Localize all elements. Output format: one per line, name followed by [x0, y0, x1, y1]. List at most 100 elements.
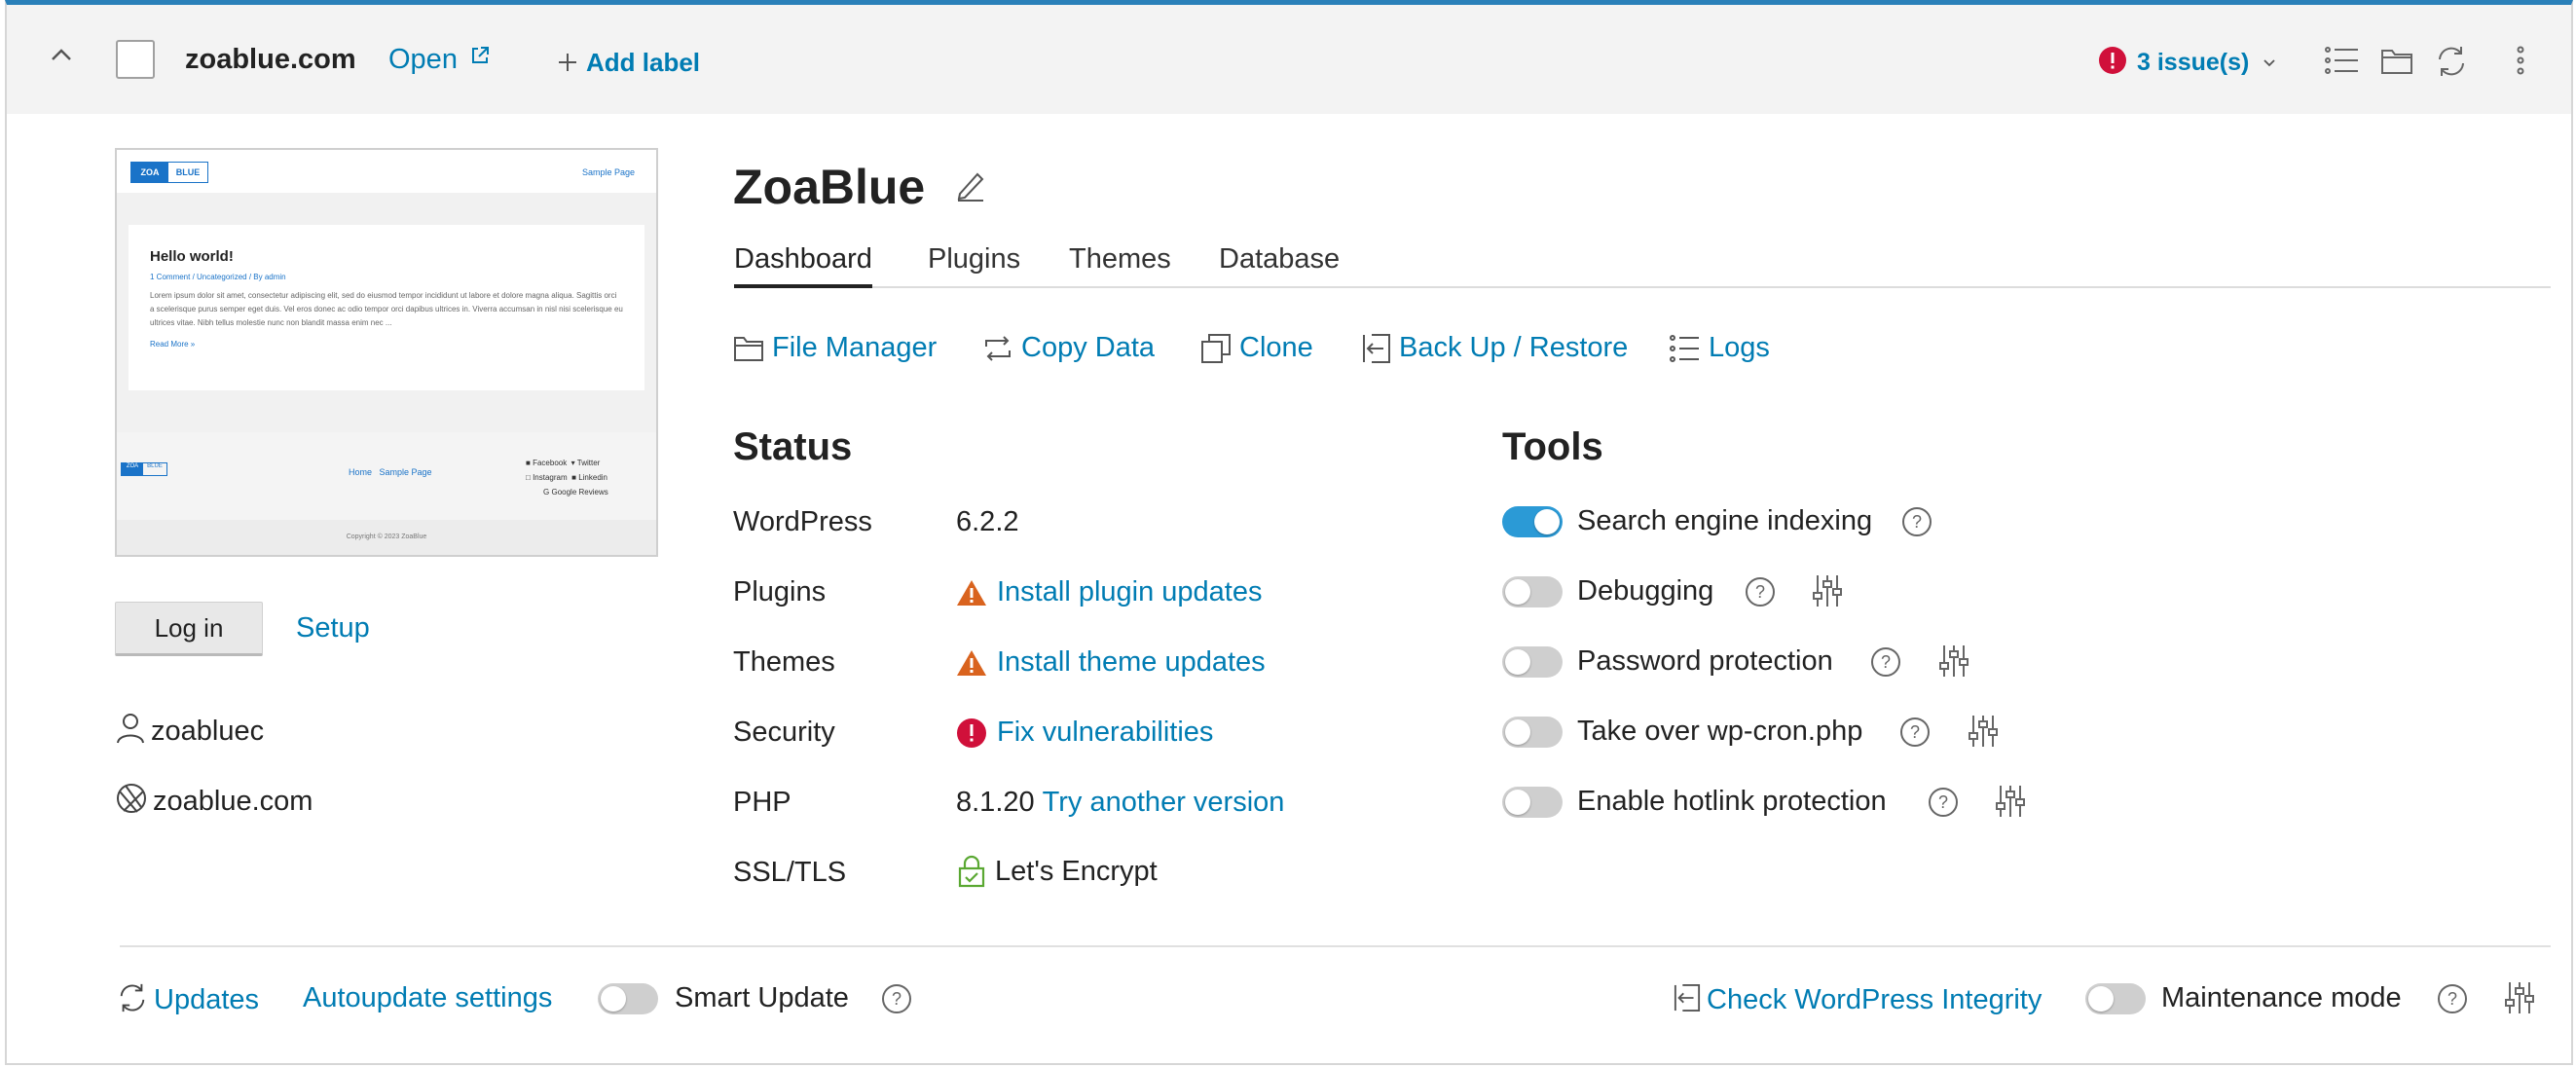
facebook-icon: ■	[526, 459, 531, 467]
autoupdate-settings-link[interactable]: Autoupdate settings	[303, 982, 552, 1014]
preview-social-facebook: Facebook	[533, 459, 568, 467]
site-select-checkbox[interactable]	[116, 40, 155, 79]
preview-footer-logo: ZOA BLUE	[121, 462, 167, 476]
issues-dropdown[interactable]: 3 issue(s)	[2098, 46, 2275, 77]
toggle-knob	[601, 986, 626, 1012]
preview-social-instagram: Instagram	[533, 473, 568, 482]
help-icon[interactable]: ?	[2437, 983, 2468, 1014]
hotlink-protection-toggle[interactable]	[1502, 787, 1563, 818]
refresh-icon[interactable]	[2435, 45, 2468, 78]
check-integrity-link[interactable]: Check WordPress Integrity	[1674, 982, 2042, 1016]
search-engine-indexing-label: Search engine indexing	[1577, 505, 1873, 536]
footer-divider	[120, 945, 2551, 947]
warning-icon	[956, 649, 987, 677]
logs-action[interactable]: Logs	[1670, 332, 1770, 364]
maintenance-mode-toggle[interactable]	[2085, 983, 2146, 1014]
status-heading: Status	[733, 425, 853, 468]
chevron-up-icon[interactable]	[51, 48, 72, 61]
help-icon[interactable]: ?	[1745, 576, 1776, 607]
open-site-link[interactable]: Open	[388, 44, 491, 76]
user-icon	[116, 713, 145, 744]
status-label-ssl: SSL/TLS	[733, 857, 847, 888]
install-theme-updates-link[interactable]: Install theme updates	[956, 646, 1266, 679]
try-another-version-link[interactable]: Try another version	[1043, 787, 1285, 819]
preview-post-meta: 1 Comment / Uncategorized / By admin	[150, 273, 286, 281]
wp-cron-toggle[interactable]	[1502, 717, 1563, 748]
ssl-status: Let's Encrypt	[958, 855, 1158, 888]
smart-update-toggle[interactable]	[598, 983, 658, 1014]
username: zoabluec	[151, 716, 265, 747]
check-integrity-label: Check WordPress Integrity	[1707, 984, 2042, 1015]
file-manager-action[interactable]: File Manager	[733, 332, 937, 364]
fix-vulnerabilities-link[interactable]: Fix vulnerabilities	[956, 717, 1213, 749]
svg-text:?: ?	[1881, 652, 1891, 672]
status-label-wordpress: WordPress	[733, 506, 872, 537]
install-plugin-updates-label: Install plugin updates	[997, 576, 1263, 607]
help-icon[interactable]: ?	[1899, 717, 1931, 748]
settings-sliders-icon[interactable]	[2505, 980, 2534, 1015]
status-label-php: PHP	[733, 787, 791, 818]
list-view-icon[interactable]	[2325, 46, 2360, 75]
site-preview-thumbnail[interactable]: ZOA BLUE Sample Page Hello world! 1 Comm…	[115, 148, 658, 557]
setup-link[interactable]: Setup	[296, 612, 370, 644]
settings-sliders-icon[interactable]	[1813, 573, 1842, 608]
tab-themes[interactable]: Themes	[1069, 243, 1171, 288]
file-manager-label: File Manager	[772, 332, 938, 363]
external-link-icon	[469, 45, 491, 66]
toggle-knob	[1505, 649, 1530, 675]
tab-database[interactable]: Database	[1219, 243, 1340, 288]
help-icon[interactable]: ?	[1870, 646, 1901, 678]
backup-restore-action[interactable]: Back Up / Restore	[1362, 332, 1628, 364]
help-icon[interactable]: ?	[1901, 506, 1932, 537]
help-icon[interactable]: ?	[1928, 787, 1959, 818]
instagram-icon: □	[526, 473, 531, 482]
preview-footer-nav: Home Sample Page	[349, 467, 432, 477]
hotlink-protection-label: Enable hotlink protection	[1577, 786, 1887, 817]
preview-topbar: ZOA BLUE Sample Page	[117, 150, 656, 193]
toggle-knob	[2088, 986, 2114, 1012]
more-options-icon[interactable]	[2517, 46, 2524, 75]
tab-plugins[interactable]: Plugins	[928, 243, 1020, 288]
toggle-knob	[1505, 719, 1530, 745]
error-icon	[2098, 46, 2127, 75]
maintenance-mode-label: Maintenance mode	[2161, 982, 2402, 1013]
backup-icon	[1674, 982, 1701, 1013]
globe-icon	[116, 783, 147, 814]
install-plugin-updates-link[interactable]: Install plugin updates	[956, 576, 1262, 608]
settings-sliders-icon[interactable]	[1969, 714, 1998, 749]
debugging-toggle[interactable]	[1502, 576, 1563, 607]
site-tabs: Dashboard Plugins Themes Database	[734, 243, 2551, 288]
search-engine-indexing-toggle[interactable]	[1502, 506, 1563, 537]
edit-icon[interactable]	[956, 170, 985, 202]
site-card: zoablue.com Open Add label 3 issue(s) ZO…	[5, 0, 2573, 1065]
password-protection-toggle[interactable]	[1502, 646, 1563, 678]
twitter-icon: ▾	[570, 459, 575, 467]
issues-count: 3 issue(s)	[2137, 49, 2250, 76]
site-title-text: ZoaBlue	[733, 160, 926, 214]
help-icon[interactable]: ?	[881, 983, 912, 1014]
svg-text:?: ?	[1755, 582, 1765, 602]
lock-check-icon	[958, 855, 985, 888]
settings-sliders-icon[interactable]	[1939, 644, 1969, 679]
settings-sliders-icon[interactable]	[1996, 784, 2025, 819]
preview-post-card: Hello world! 1 Comment / Uncategorized /…	[129, 225, 644, 390]
preview-footer-logo-right: BLUE	[147, 463, 163, 469]
backup-label: Back Up / Restore	[1399, 332, 1629, 363]
preview-logo: ZOA BLUE	[130, 162, 208, 183]
google-icon: G	[543, 488, 550, 497]
smart-update-label: Smart Update	[675, 982, 849, 1013]
tab-dashboard[interactable]: Dashboard	[734, 243, 872, 288]
login-button[interactable]: Log in	[115, 602, 263, 656]
fix-vulnerabilities-label: Fix vulnerabilities	[997, 717, 1214, 748]
copy-data-action[interactable]: Copy Data	[982, 332, 1155, 364]
copy-data-icon	[982, 335, 1013, 362]
status-label-plugins: Plugins	[733, 576, 827, 607]
folder-icon[interactable]	[2380, 48, 2413, 75]
backup-icon	[1362, 333, 1391, 364]
add-label-button[interactable]: Add label	[557, 48, 700, 78]
site-title: ZoaBlue	[733, 159, 985, 215]
list-icon	[1670, 334, 1701, 363]
site-header: zoablue.com Open Add label 3 issue(s)	[7, 5, 2571, 114]
updates-link[interactable]: Updates	[117, 982, 259, 1016]
clone-action[interactable]: Clone	[1200, 332, 1313, 364]
